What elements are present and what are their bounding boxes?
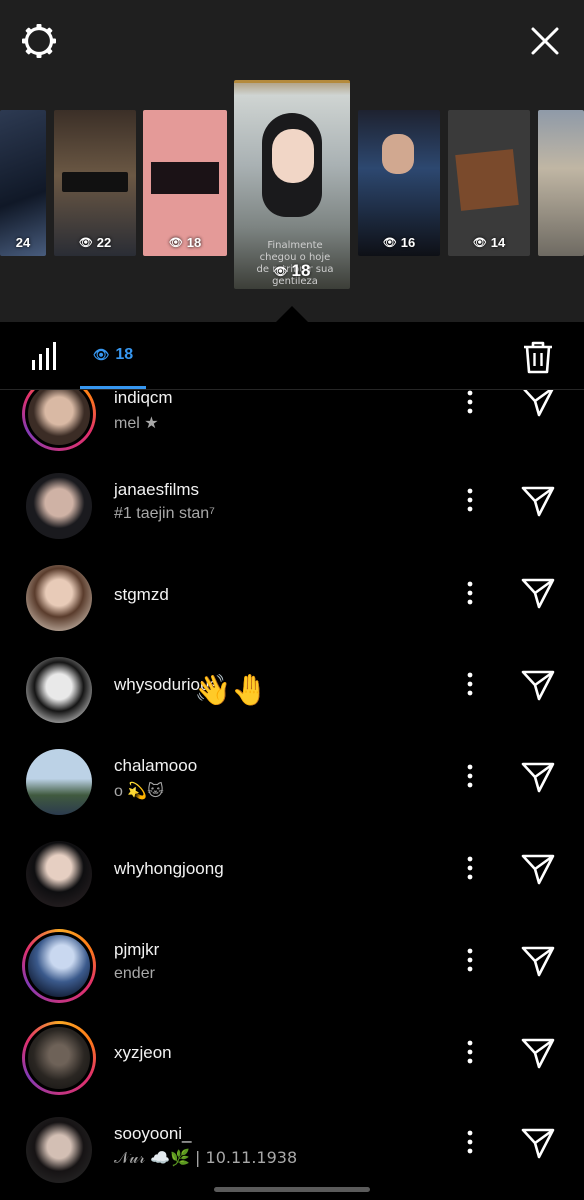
home-indicator[interactable] xyxy=(214,1187,370,1192)
story-thumbnail[interactable] xyxy=(538,110,584,256)
viewer-bio: 𝒩𝓊𝓇 ☁️🌿 | 10.11.1938 xyxy=(114,1148,298,1167)
story-thumbnail[interactable]: 24 xyxy=(0,110,46,256)
story-thumbnail[interactable]: 👁 18 xyxy=(143,110,227,256)
story-view-count: 14 xyxy=(490,235,506,250)
send-paper-plane-icon[interactable] xyxy=(520,1036,556,1070)
waving-hands-emoji: 👋🤚 xyxy=(194,674,269,707)
viewer-list[interactable]: indiqcm mel ★ janaesfilms #1 taejin stan… xyxy=(0,390,584,1200)
avatar[interactable] xyxy=(22,1113,96,1187)
avatar[interactable] xyxy=(22,745,96,819)
story-thumbnail[interactable]: 👁 22 xyxy=(54,110,136,256)
list-item[interactable]: whyhongjoong xyxy=(0,828,584,920)
viewer-bio: #1 taejin stan⁷ xyxy=(114,505,215,522)
send-paper-plane-icon[interactable] xyxy=(520,760,556,794)
eye-icon: 👁 xyxy=(168,237,183,249)
avatar[interactable] xyxy=(22,837,96,911)
viewer-username[interactable]: janaesfilms xyxy=(114,480,199,500)
send-paper-plane-icon[interactable] xyxy=(520,484,556,518)
more-vertical-icon[interactable] xyxy=(458,390,482,416)
send-paper-plane-icon[interactable] xyxy=(520,1126,556,1160)
eye-icon: 👁 xyxy=(273,265,288,278)
story-view-count: 18 xyxy=(186,235,202,250)
avatar[interactable] xyxy=(22,469,96,543)
more-vertical-icon[interactable] xyxy=(458,670,482,698)
avatar[interactable] xyxy=(22,390,96,451)
list-item[interactable]: pjmjkr ender xyxy=(0,920,584,1012)
send-paper-plane-icon[interactable] xyxy=(520,944,556,978)
viewer-username[interactable]: chalamooo xyxy=(114,756,197,776)
avatar[interactable] xyxy=(22,1021,96,1095)
viewer-username[interactable]: xyzjeon xyxy=(114,1043,172,1063)
tab-active-indicator xyxy=(80,386,146,389)
viewer-username[interactable]: whyhongjoong xyxy=(114,859,224,879)
selected-story-pointer xyxy=(276,306,308,322)
list-item[interactable]: chalamooo o 💫🐱 xyxy=(0,736,584,828)
more-vertical-icon[interactable] xyxy=(458,1128,482,1156)
more-vertical-icon[interactable] xyxy=(458,579,482,607)
more-vertical-icon[interactable] xyxy=(458,486,482,514)
eye-icon: 👁 xyxy=(472,237,487,249)
viewer-tab-bar: 👁 18 xyxy=(0,322,584,390)
trash-icon[interactable] xyxy=(522,340,554,374)
eye-icon: 👁 xyxy=(92,347,110,362)
story-view-count: 16 xyxy=(400,235,416,250)
more-vertical-icon[interactable] xyxy=(458,946,482,974)
bar-chart-icon[interactable] xyxy=(30,342,60,372)
viewer-username[interactable]: pjmjkr xyxy=(114,940,159,960)
list-item[interactable]: sooyooni_ 𝒩𝓊𝓇 ☁️🌿 | 10.11.1938 xyxy=(0,1104,584,1196)
tab-viewers[interactable]: 👁 18 xyxy=(80,322,146,388)
story-thumbnail-selected[interactable]: Finalmente chegou o hoje de retribuir su… xyxy=(234,80,350,289)
avatar[interactable] xyxy=(22,561,96,635)
list-item[interactable]: whysodurious xyxy=(0,644,584,736)
viewer-bio: mel ★ xyxy=(114,415,159,432)
story-view-count: 24 xyxy=(15,235,31,250)
story-thumbnail[interactable]: 👁 16 xyxy=(358,110,440,256)
viewer-bio: o 💫🐱 xyxy=(114,783,164,800)
avatar[interactable] xyxy=(22,653,96,727)
close-icon[interactable] xyxy=(526,22,564,60)
list-item[interactable]: indiqcm mel ★ xyxy=(0,390,584,460)
send-paper-plane-icon[interactable] xyxy=(520,852,556,886)
send-paper-plane-icon[interactable] xyxy=(520,576,556,610)
avatar[interactable] xyxy=(22,929,96,1003)
more-vertical-icon[interactable] xyxy=(458,1038,482,1066)
viewer-username[interactable]: indiqcm xyxy=(114,390,173,408)
story-thumbnail[interactable]: 👁 14 xyxy=(448,110,530,256)
send-paper-plane-icon[interactable] xyxy=(520,390,556,418)
story-view-count: 18 xyxy=(291,261,311,280)
story-view-count: 22 xyxy=(96,235,112,250)
more-vertical-icon[interactable] xyxy=(458,762,482,790)
viewer-bio: ender xyxy=(114,965,155,982)
viewer-username[interactable]: sooyooni_ xyxy=(114,1124,192,1144)
eye-icon: 👁 xyxy=(382,237,397,249)
list-item[interactable]: stgmzd xyxy=(0,552,584,644)
settings-gear-icon[interactable] xyxy=(20,22,58,60)
story-strip: 24 👁 22 👁 18 Finalmente chegou o hoje de r… xyxy=(0,0,584,322)
more-vertical-icon[interactable] xyxy=(458,854,482,882)
eye-icon: 👁 xyxy=(78,237,93,249)
list-item[interactable]: janaesfilms #1 taejin stan⁷ xyxy=(0,460,584,552)
list-item[interactable]: xyzjeon xyxy=(0,1012,584,1104)
viewers-count: 18 xyxy=(115,346,134,363)
viewer-username[interactable]: stgmzd xyxy=(114,585,169,605)
send-paper-plane-icon[interactable] xyxy=(520,668,556,702)
